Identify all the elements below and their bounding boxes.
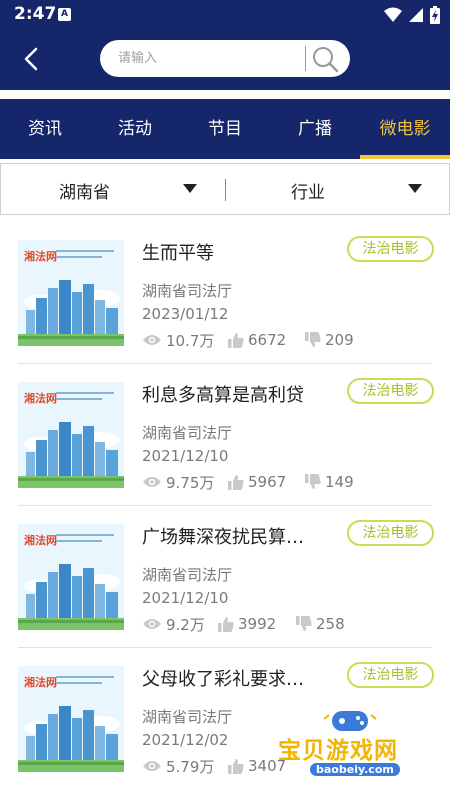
item-source: 湖南省司法厅 <box>142 282 233 300</box>
city-poster-image: 湘法网 <box>18 666 124 772</box>
item-title: 广场舞深夜扰民算… <box>142 527 304 548</box>
city-poster-image: 湘法网 <box>18 382 124 488</box>
item-title: 生而平等 <box>142 243 214 264</box>
list-item[interactable]: 湘法网 广场舞深夜扰民算… 法治电影 湖南省司法厅 2021/12/10 9.2… <box>0 506 450 648</box>
views-count: 10.7万 <box>166 331 215 350</box>
city-poster-image: 湘法网 <box>18 240 124 346</box>
thumbs-up-icon <box>228 333 244 348</box>
video-thumbnail: 湘法网 <box>18 382 124 488</box>
item-date: 2021/12/10 <box>142 589 229 607</box>
thumbs-down-icon <box>305 474 321 489</box>
thumbs-up-icon <box>218 617 234 632</box>
tab-programs[interactable]: 节目 <box>180 99 270 159</box>
eye-icon <box>143 761 161 771</box>
caret-down-icon <box>183 184 197 193</box>
region-filter[interactable]: 湖南省 <box>1 164 225 214</box>
battery-icon <box>430 6 440 24</box>
video-thumbnail: 湘法网 <box>18 240 124 346</box>
thumbs-down-icon <box>305 332 321 347</box>
video-thumbnail: 湘法网 <box>18 666 124 772</box>
category-tag: 法治电影 <box>347 236 434 262</box>
eye-icon <box>143 335 161 345</box>
status-icons <box>384 6 440 24</box>
dislikes-count: 149 <box>325 473 354 491</box>
item-title: 利息多高算是高利贷 <box>142 385 304 406</box>
item-source: 湖南省司法厅 <box>142 424 233 442</box>
likes-stat[interactable]: 3992 <box>218 614 276 634</box>
industry-filter[interactable]: 行业 <box>225 164 449 214</box>
svg-text:湘法网: 湘法网 <box>24 391 57 405</box>
dislikes-stat[interactable]: 209 <box>305 330 354 350</box>
likes-stat[interactable]: 6672 <box>228 330 286 350</box>
tab-micro-film[interactable]: 微电影 <box>360 99 450 159</box>
item-source: 湖南省司法厅 <box>142 708 233 726</box>
notification-icon: A <box>58 8 71 21</box>
status-bar: 2:47 A <box>0 0 450 30</box>
search-divider <box>305 46 306 71</box>
chevron-left-icon <box>24 47 38 71</box>
watermark: 宝贝游戏网 baobeiy.com <box>270 705 445 785</box>
dislikes-stat[interactable]: 149 <box>305 472 354 492</box>
likes-count: 6672 <box>248 331 287 349</box>
category-tag: 法治电影 <box>347 662 434 688</box>
svg-text:湘法网: 湘法网 <box>24 675 57 689</box>
tab-events[interactable]: 活动 <box>90 99 180 159</box>
industry-filter-label: 行业 <box>291 183 325 203</box>
category-tag: 法治电影 <box>347 520 434 546</box>
filter-bar: 湖南省 行业 <box>0 163 450 215</box>
status-time: 2:47 <box>14 4 57 24</box>
eye-icon <box>143 477 161 487</box>
views-stat: 9.75万 <box>142 472 214 492</box>
item-date: 2021/12/02 <box>142 731 229 749</box>
header-gap <box>0 90 450 99</box>
video-thumbnail: 湘法网 <box>18 524 124 630</box>
item-title: 父母收了彩礼要求… <box>142 669 304 690</box>
category-tabs: 资讯 活动 节目 广播 微电影 <box>0 99 450 159</box>
category-tag: 法治电影 <box>347 378 434 404</box>
dislikes-stat[interactable]: 258 <box>296 614 345 634</box>
watermark-url: baobeiy.com <box>310 763 400 776</box>
views-stat: 5.79万 <box>142 756 214 776</box>
likes-count: 5967 <box>248 473 287 491</box>
search-icon[interactable] <box>311 45 339 73</box>
eye-icon <box>143 619 161 629</box>
views-stat: 10.7万 <box>142 330 214 350</box>
watermark-text: 宝贝游戏网 <box>278 738 398 764</box>
thumbs-down-icon <box>296 616 312 631</box>
city-poster-image: 湘法网 <box>18 524 124 630</box>
tab-radio[interactable]: 广播 <box>270 99 360 159</box>
likes-count: 3992 <box>238 615 277 633</box>
back-button[interactable] <box>16 42 48 76</box>
likes-stat[interactable]: 5967 <box>228 472 286 492</box>
item-date: 2023/01/12 <box>142 305 229 323</box>
search-box[interactable] <box>100 40 350 77</box>
header <box>0 30 450 90</box>
signal-icon <box>409 8 423 22</box>
views-count: 9.75万 <box>166 473 215 492</box>
thumbs-up-icon <box>228 475 244 490</box>
dislikes-count: 258 <box>316 615 345 633</box>
svg-text:湘法网: 湘法网 <box>24 249 57 263</box>
views-count: 5.79万 <box>166 757 215 776</box>
views-count: 9.2万 <box>166 615 205 634</box>
list-item[interactable]: 湘法网 生而平等 法治电影 湖南省司法厅 2023/01/12 10.7万 66… <box>0 222 450 364</box>
tab-news[interactable]: 资讯 <box>0 99 90 159</box>
svg-text:湘法网: 湘法网 <box>24 533 57 547</box>
search-input[interactable] <box>118 40 298 77</box>
views-stat: 9.2万 <box>142 614 205 634</box>
region-filter-label: 湖南省 <box>59 183 110 203</box>
list-item[interactable]: 湘法网 利息多高算是高利贷 法治电影 湖南省司法厅 2021/12/10 9.7… <box>0 364 450 506</box>
caret-down-icon <box>408 184 422 193</box>
item-date: 2021/12/10 <box>142 447 229 465</box>
item-source: 湖南省司法厅 <box>142 566 233 584</box>
thumbs-up-icon <box>228 759 244 774</box>
wifi-icon <box>384 7 402 22</box>
dislikes-count: 209 <box>325 331 354 349</box>
